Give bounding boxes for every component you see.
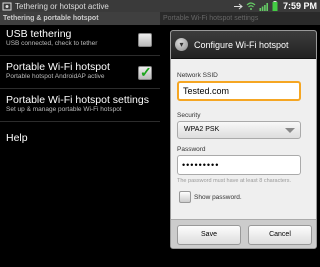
dialog-title: Configure Wi-Fi hotspot [194,39,289,50]
signal-icon [259,2,268,11]
screen: Tethering or hotspot active Tethering & … [0,0,320,267]
page-title: Portable Wi-Fi hotspot settings [160,12,320,25]
security-select[interactable]: WPA2 PSK [177,121,301,139]
password-hint: The password must have at least 8 charac… [177,178,292,184]
tethering-screen: Tethering or hotspot active Tethering & … [0,0,160,267]
hotspot-settings-screen: 7:59 PM Portable Wi-Fi hotspot settings … [160,0,320,267]
page-title: Tethering & portable hotspot [0,12,160,25]
pref-hotspot-settings[interactable]: Portable Wi-Fi hotspot settings Set up &… [0,94,160,122]
status-text: Tethering or hotspot active [15,1,109,11]
security-label: Security [177,112,201,119]
show-password-checkbox[interactable] [179,191,191,203]
password-label: Password [177,146,206,153]
pref-usb-tethering[interactable]: USB tethering USB connected, check to te… [0,28,160,56]
pref-title: Portable Wi-Fi hotspot [6,61,110,73]
usb-tethering-checkbox[interactable] [138,33,152,47]
pref-summary: Portable hotspot AndroidAP active [6,73,105,80]
dialog-button-bar: Save Cancel [171,219,316,248]
password-input[interactable]: ••••••••• [177,155,301,175]
wifi-icon [246,1,256,10]
portable-hotspot-checkbox[interactable] [138,64,152,81]
save-button[interactable]: Save [177,225,241,245]
clock: 7:59 PM [282,1,317,11]
pref-title: USB tethering [6,28,72,40]
tether-icon [2,2,12,10]
pref-summary: USB connected, check to tether [6,40,98,47]
status-bar: Tethering or hotspot active [0,0,160,12]
dropdown-arrow-icon [285,128,295,133]
pref-portable-hotspot[interactable]: Portable Wi-Fi hotspot Portable hotspot … [0,61,160,89]
battery-icon [272,1,278,11]
dialog-header: ▾ Configure Wi-Fi hotspot [171,31,316,59]
alert-dropdown-icon: ▾ [175,38,188,51]
status-bar: 7:59 PM [160,0,320,12]
pref-summary: Set up & manage portable Wi-Fi hotspot [6,106,122,113]
configure-hotspot-dialog: ▾ Configure Wi-Fi hotspot Network SSID T… [170,30,317,249]
ssid-input[interactable]: Tested.com [177,81,301,101]
show-password-label: Show password. [194,194,242,201]
pref-title: Help [6,132,28,144]
usb-icon [233,3,243,9]
pref-help[interactable]: Help [0,132,160,152]
ssid-label: Network SSID [177,72,218,79]
security-value: WPA2 PSK [184,126,220,133]
pref-title: Portable Wi-Fi hotspot settings [6,94,149,106]
cancel-button[interactable]: Cancel [248,225,312,245]
